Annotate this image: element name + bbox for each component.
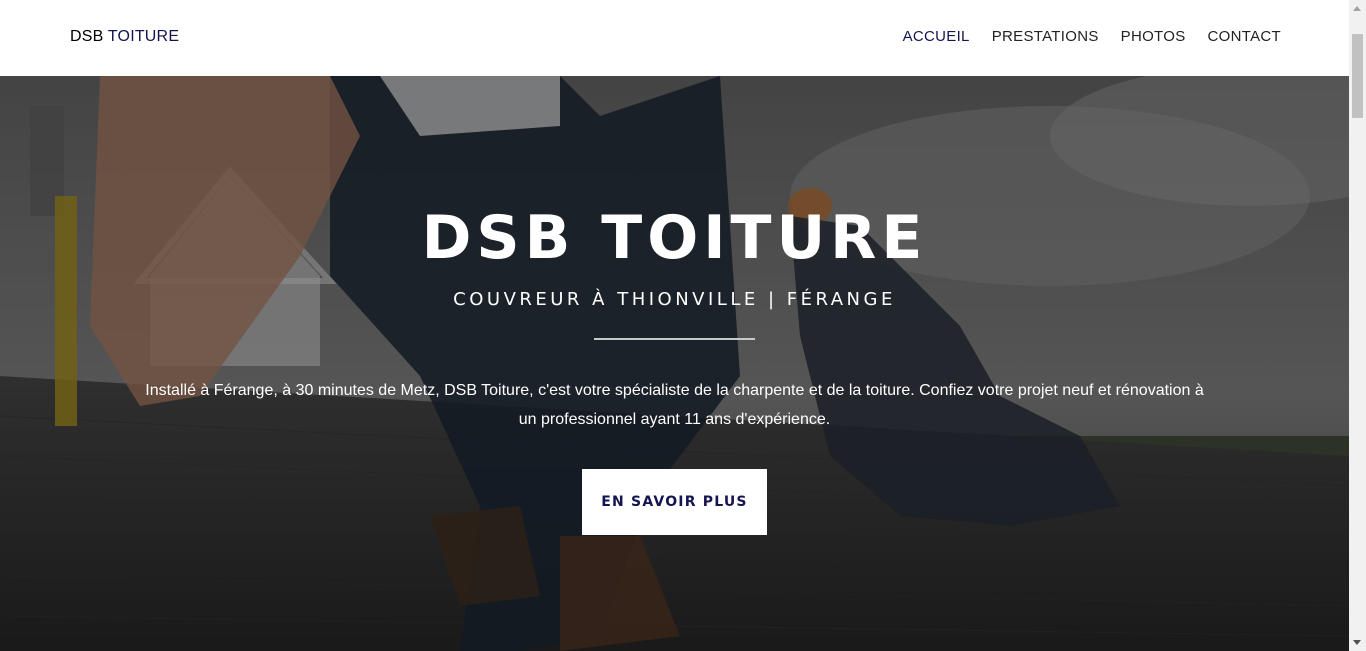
learn-more-button[interactable]: EN SAVOIR PLUS bbox=[582, 469, 767, 535]
page: DSB TOITURE ACCUEIL PRESTATIONS PHOTOS C… bbox=[0, 0, 1366, 651]
scroll-down-arrow-icon[interactable] bbox=[1353, 640, 1361, 645]
vertical-scrollbar[interactable] bbox=[1349, 0, 1366, 651]
main-nav: ACCUEIL PRESTATIONS PHOTOS CONTACT bbox=[903, 28, 1281, 45]
nav-item-photos[interactable]: PHOTOS bbox=[1121, 28, 1186, 45]
nav-item-accueil[interactable]: ACCUEIL bbox=[903, 28, 970, 45]
nav-item-contact[interactable]: CONTACT bbox=[1208, 28, 1281, 45]
scroll-up-arrow-icon[interactable] bbox=[1353, 6, 1361, 11]
brand-accent: TOITURE bbox=[107, 28, 180, 45]
hero-subtitle: COUVREUR À THIONVILLE | FÉRANGE bbox=[453, 289, 896, 310]
nav-item-prestations[interactable]: PRESTATIONS bbox=[992, 28, 1099, 45]
hero-title: DSB TOITURE bbox=[421, 203, 928, 273]
site-logo[interactable]: DSB TOITURE bbox=[70, 28, 179, 46]
hero-divider bbox=[594, 338, 755, 340]
hero-section: DSB TOITURE COUVREUR À THIONVILLE | FÉRA… bbox=[0, 76, 1349, 651]
hero-overlay bbox=[0, 76, 1349, 651]
scroll-thumb[interactable] bbox=[1352, 34, 1363, 118]
site-header: DSB TOITURE ACCUEIL PRESTATIONS PHOTOS C… bbox=[0, 0, 1349, 76]
brand-prefix: DSB bbox=[70, 28, 104, 45]
hero-description: Installé à Férange, à 30 minutes de Metz… bbox=[145, 382, 1204, 428]
